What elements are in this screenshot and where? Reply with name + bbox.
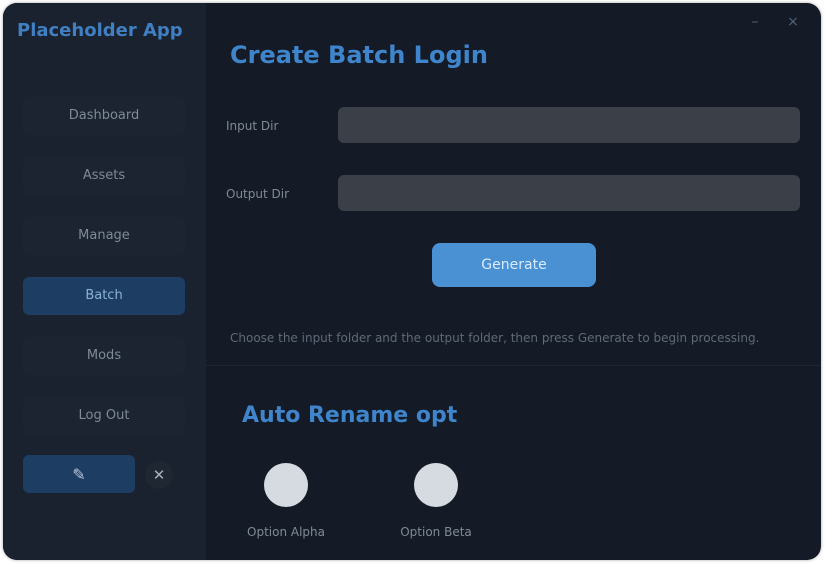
radio-button-1[interactable] — [264, 463, 308, 507]
output-dir-field[interactable] — [338, 175, 800, 211]
input-dir-label: Input Dir — [226, 119, 279, 133]
generate-button[interactable]: Generate — [432, 243, 596, 287]
app-window: Placeholder App Dashboard Assets Manage … — [3, 3, 821, 560]
window-close-button[interactable]: × — [782, 11, 804, 33]
sidebar-item-assets[interactable]: Assets — [23, 157, 185, 195]
section-divider — [206, 365, 821, 366]
mode-option-1[interactable]: Option Alpha — [226, 463, 346, 543]
mode-option-1-label: Option Alpha — [247, 525, 325, 539]
sidebar-item-log-out[interactable]: Log Out — [23, 397, 185, 435]
mode-option-2[interactable]: Option Beta — [376, 463, 496, 543]
output-dir-label: Output Dir — [226, 187, 290, 201]
batch-hint: Choose the input folder and the output f… — [230, 331, 760, 345]
input-dir-field[interactable] — [338, 107, 800, 143]
app-title: Placeholder App — [17, 20, 183, 41]
radio-button-2[interactable] — [414, 463, 458, 507]
main-content: – × Create Batch Login Input Dir Output … — [206, 3, 821, 560]
sidebar: Placeholder App Dashboard Assets Manage … — [3, 3, 206, 560]
sidebar-item-batch[interactable]: Batch — [23, 277, 185, 315]
mode-option-2-label: Option Beta — [400, 525, 472, 539]
mode-heading: Auto Rename opt — [242, 403, 458, 428]
sidebar-item-dashboard[interactable]: Dashboard — [23, 97, 185, 135]
tool-button[interactable]: ✎ — [23, 455, 135, 493]
wand-icon: ✎ — [72, 464, 86, 484]
minimize-button[interactable]: – — [744, 11, 766, 33]
batch-heading: Create Batch Login — [230, 41, 488, 69]
sidebar-item-mods[interactable]: Mods — [23, 337, 185, 375]
close-icon[interactable]: ✕ — [145, 461, 173, 489]
sidebar-item-manage[interactable]: Manage — [23, 217, 185, 255]
